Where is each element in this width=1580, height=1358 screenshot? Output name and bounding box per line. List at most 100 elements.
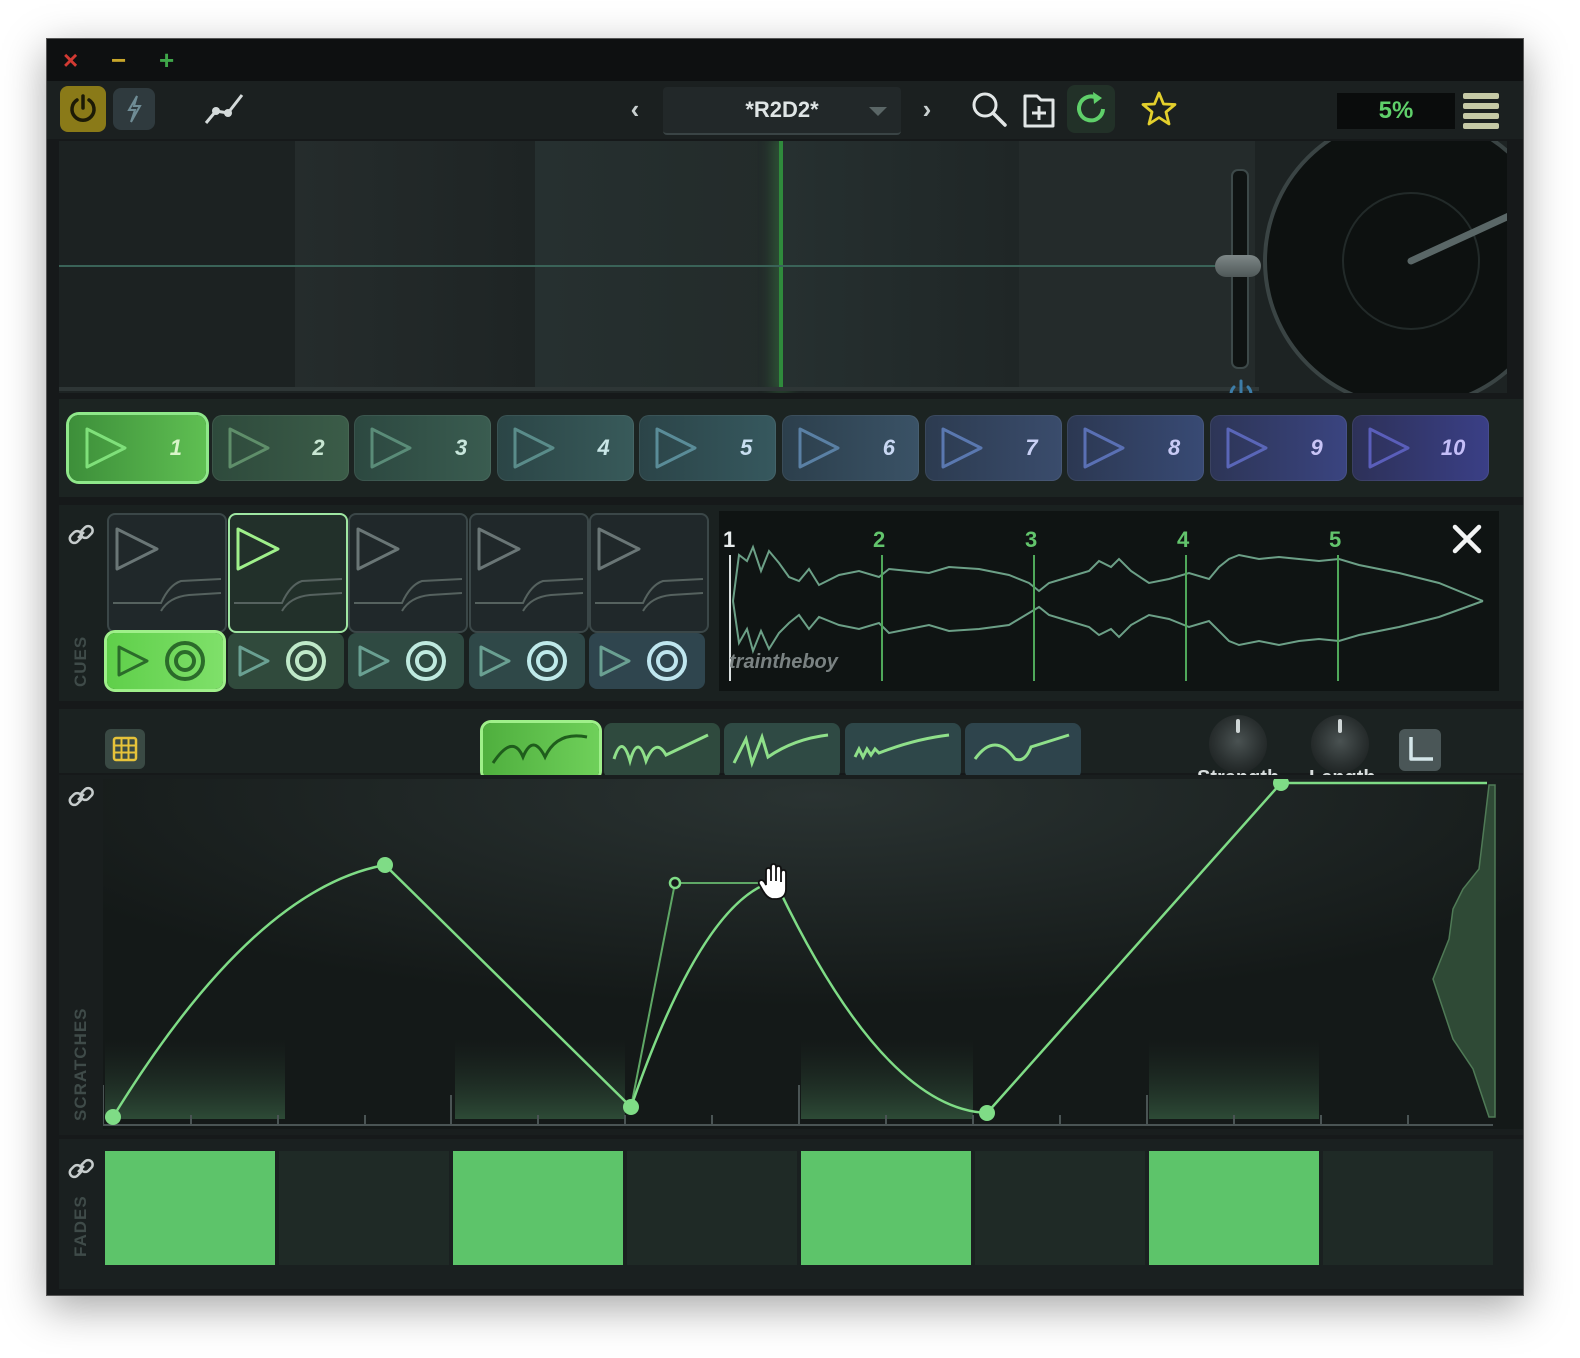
reload-button[interactable]: [1067, 85, 1115, 133]
curve-editor-button[interactable]: [199, 86, 249, 132]
cue-marker-label[interactable]: 5: [1329, 527, 1341, 553]
add-preset-icon: [1023, 94, 1055, 128]
corner-mode-button[interactable]: [1399, 729, 1441, 771]
cue-button-1[interactable]: 1: [69, 415, 206, 481]
cue-marker-line: [1033, 555, 1035, 681]
close-window-button[interactable]: ×: [63, 45, 78, 75]
scratch-curve-canvas[interactable]: [103, 779, 1524, 1129]
cue-trigger-pad[interactable]: [589, 633, 706, 689]
link-icon[interactable]: [65, 519, 97, 551]
cues-section-label: CUES: [71, 635, 90, 687]
scratch-header: Strength Length: [59, 709, 1523, 789]
stage-center-line: [59, 265, 1259, 267]
cue-button-5[interactable]: 5: [639, 415, 777, 481]
scratch-shape-icon: [974, 733, 1070, 762]
link-icon[interactable]: [65, 781, 97, 813]
play-icon: [85, 427, 127, 469]
title-bar: × − +: [47, 39, 1523, 81]
plugin-window: × − + ‹ *R2D2* › 5% 1 2 3 4 5 6 7 8 9 10…: [46, 38, 1524, 1296]
cue-thumbnail[interactable]: [468, 513, 589, 633]
fade-cell-off[interactable]: [627, 1151, 797, 1265]
cue-thumbnail[interactable]: [107, 513, 227, 633]
add-preset-button[interactable]: [1017, 87, 1061, 131]
cue-button-6[interactable]: 6: [782, 415, 919, 481]
cue-button-label: 5: [740, 435, 753, 460]
grid-snap-button[interactable]: [105, 729, 145, 769]
preset-selector[interactable]: *R2D2*: [663, 87, 901, 135]
cue-button-9[interactable]: 9: [1209, 415, 1347, 481]
cue-marker-label[interactable]: 3: [1025, 527, 1037, 553]
scratch-shape-button[interactable]: [965, 723, 1082, 779]
link-icon[interactable]: [65, 1153, 97, 1185]
play-icon: [474, 527, 583, 612]
curve-icon: [204, 94, 244, 124]
play-target-icon: [117, 641, 205, 681]
cue-trigger-pad[interactable]: [468, 633, 585, 689]
cue-button-label: 4: [597, 435, 610, 460]
length-knob[interactable]: [1311, 715, 1369, 773]
power-button[interactable]: [60, 86, 106, 132]
turntable[interactable]: [1255, 141, 1507, 393]
scratch-shape-button[interactable]: [844, 723, 961, 779]
close-icon[interactable]: [1447, 519, 1487, 559]
play-icon: [228, 427, 270, 469]
star-icon: [1141, 91, 1177, 126]
cue-button-label: 2: [312, 435, 325, 460]
fade-cell-off[interactable]: [279, 1151, 449, 1265]
fade-cell-off[interactable]: [1323, 1151, 1493, 1265]
fade-cell-on[interactable]: [453, 1151, 623, 1265]
scratch-shape-button[interactable]: [603, 723, 720, 779]
cue-trigger-pad[interactable]: [107, 633, 223, 689]
cue-marker-label[interactable]: 2: [873, 527, 885, 553]
previous-preset-button[interactable]: ‹: [615, 89, 655, 129]
fade-cell-on[interactable]: [105, 1151, 275, 1265]
strength-knob[interactable]: [1209, 715, 1267, 773]
flash-button[interactable]: [113, 88, 155, 130]
search-button[interactable]: [967, 87, 1011, 131]
cpu-percent-readout: 5%: [1337, 93, 1455, 129]
grid-icon: [112, 736, 138, 762]
fades-panel: FADES: [59, 1139, 1523, 1289]
menu-button[interactable]: [1461, 91, 1501, 129]
cue-button-7[interactable]: 7: [924, 415, 1062, 481]
turntable-power-icon[interactable]: [1225, 377, 1257, 393]
stage-overview: [59, 141, 1507, 393]
cue-button-4[interactable]: 4: [496, 415, 634, 481]
scratch-shape-button[interactable]: [483, 723, 599, 779]
cue-waveform-view[interactable]: 1 2 3 4 5 traintheboy: [719, 511, 1499, 691]
cue-button-2[interactable]: 2: [211, 415, 349, 481]
play-icon: [655, 427, 697, 469]
play-target-icon: [358, 641, 447, 681]
knob-indicator: [1338, 719, 1342, 733]
cue-button-8[interactable]: 8: [1067, 415, 1205, 481]
corner-icon: [1409, 737, 1433, 761]
maximize-window-button[interactable]: +: [159, 45, 174, 75]
reload-icon: [1077, 92, 1105, 123]
cue-marker-label[interactable]: 4: [1177, 527, 1189, 553]
next-preset-button[interactable]: ›: [907, 89, 947, 129]
fade-cell-on[interactable]: [801, 1151, 971, 1265]
fade-cell-on[interactable]: [1149, 1151, 1319, 1265]
cue-button-3[interactable]: 3: [354, 415, 492, 481]
cue-button-10[interactable]: 10: [1352, 415, 1490, 481]
cue-marker-label[interactable]: 1: [723, 527, 735, 553]
cue-thumbnail[interactable]: [348, 513, 469, 633]
play-icon: [941, 427, 983, 469]
cue-button-label: 8: [1167, 435, 1181, 460]
play-icon: [1083, 427, 1125, 469]
play-target-icon: [599, 641, 688, 681]
play-icon: [513, 427, 555, 469]
cue-thumbnail[interactable]: [227, 513, 348, 633]
cue-trigger-pad[interactable]: [348, 633, 465, 689]
cue-thumbnail[interactable]: [589, 513, 710, 633]
scratch-shape-button[interactable]: [724, 723, 841, 779]
cue-button-label: 7: [1025, 435, 1038, 460]
fade-cell-off[interactable]: [975, 1151, 1145, 1265]
favorite-button[interactable]: [1137, 87, 1181, 131]
flash-icon: [127, 95, 142, 123]
cue-trigger-pad[interactable]: [227, 633, 344, 689]
minimize-window-button[interactable]: −: [111, 45, 126, 75]
cues-panel: CUES 1 2 3 4 5 traintheboy: [59, 505, 1523, 701]
play-icon: [370, 427, 412, 469]
play-icon: [595, 527, 704, 612]
